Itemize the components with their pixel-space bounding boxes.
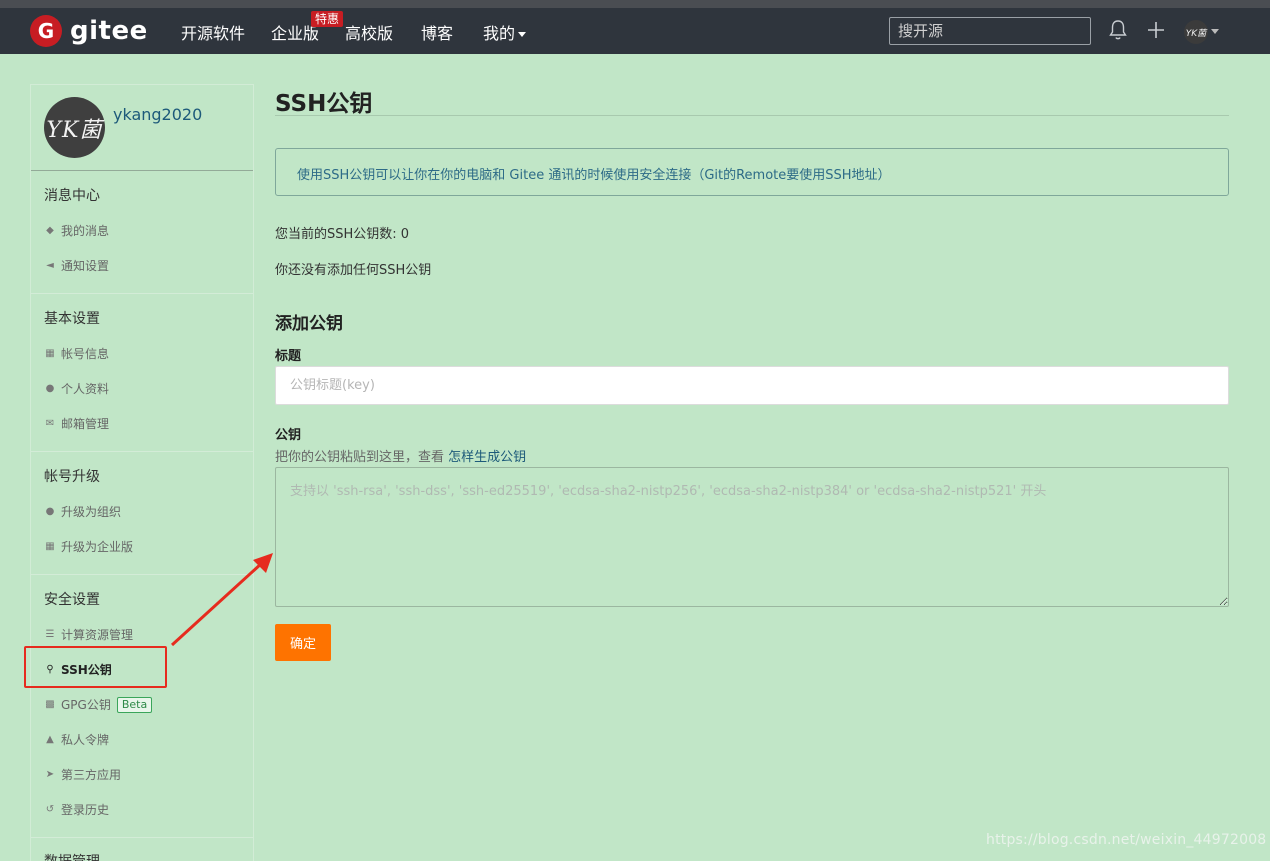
envelope-icon: ✉	[45, 418, 55, 429]
sidebar-item-label: 个人资料	[61, 382, 110, 396]
info-alert: 使用SSH公钥可以让你在你的电脑和 Gitee 通讯的时候使用安全连接（Git的…	[275, 148, 1229, 196]
section-divider	[31, 293, 253, 294]
sidebar-item-third-party-apps[interactable]: ➤ 第三方应用	[44, 766, 121, 783]
annotation-highlight-box	[24, 646, 167, 688]
profile-avatar[interactable]: YK菌	[44, 97, 105, 158]
sidebar-item-compute-resources[interactable]: ☰ 计算资源管理	[44, 626, 134, 643]
incognito-icon: ▲	[46, 734, 54, 745]
lock-icon: ▩	[45, 699, 55, 710]
window-top-strip	[0, 0, 1270, 8]
public-key-textarea[interactable]	[275, 467, 1229, 607]
sidebar-item-label: 第三方应用	[61, 768, 122, 782]
sidebar-item-label: GPG公钥	[61, 698, 111, 712]
nav-blog[interactable]: 博客	[421, 20, 453, 44]
submit-button[interactable]: 确定	[275, 624, 331, 661]
info-alert-text: 使用SSH公钥可以让你在你的电脑和 Gitee 通讯的时候使用安全连接（Git的…	[297, 168, 891, 183]
user-icon: ●	[45, 383, 55, 394]
sidebar-item-label: 登录历史	[61, 803, 110, 817]
gitee-logo[interactable]: G gitee	[30, 15, 148, 47]
sidebar-item-notify-settings[interactable]: ◄ 通知设置	[44, 257, 109, 274]
empty-state-text: 你还没有添加任何SSH公钥	[275, 263, 432, 278]
history-icon: ↺	[45, 804, 55, 815]
chevron-down-icon	[518, 32, 527, 37]
section-title-messages: 消息中心	[44, 188, 100, 204]
sidebar-item-label: 帐号信息	[61, 347, 110, 361]
key-field-label: 公钥	[275, 428, 302, 443]
sidebar-item-label: 邮箱管理	[61, 417, 110, 431]
sidebar-item-label: 通知设置	[61, 259, 110, 273]
sidebar-item-profile[interactable]: ● 个人资料	[44, 380, 109, 397]
section-title-basic: 基本设置	[44, 311, 100, 327]
section-divider	[31, 574, 253, 575]
id-card-icon: ▦	[45, 348, 55, 359]
settings-sidebar: YK菌 ykang2020 消息中心 ◆ 我的消息 ◄ 通知设置 基本设置 ▦ 帐号信…	[30, 84, 254, 861]
key-title-input[interactable]	[275, 366, 1229, 405]
section-title-upgrade: 帐号升级	[44, 469, 100, 485]
plus-icon[interactable]	[1144, 18, 1168, 42]
how-to-generate-key-link[interactable]: 怎样生成公钥	[448, 450, 526, 465]
title-field-label: 标题	[275, 349, 302, 364]
sidebar-item-label: 我的消息	[61, 224, 110, 238]
sidebar-item-login-history[interactable]: ↺ 登录历史	[44, 801, 109, 818]
nav-mine[interactable]: 我的	[483, 20, 527, 44]
gitee-logo-text: gitee	[70, 16, 148, 46]
sidebar-item-email[interactable]: ✉ 邮箱管理	[44, 415, 109, 432]
sidebar-item-label: 计算资源管理	[61, 628, 134, 642]
sidebar-item-account-info[interactable]: ▦ 帐号信息	[44, 345, 109, 362]
search-input[interactable]	[889, 17, 1091, 45]
title-divider	[275, 115, 1229, 116]
ssh-key-count: 您当前的SSH公钥数: 0	[275, 227, 410, 242]
profile-username[interactable]: ykang2020	[113, 105, 202, 124]
sidebar-item-upgrade-enterprise[interactable]: ▦ 升级为企业版	[44, 538, 133, 555]
nav-open-source[interactable]: 开源软件	[181, 20, 245, 44]
key-hint-text: 把你的公钥粘贴到这里，查看	[275, 450, 445, 465]
beta-badge: Beta	[116, 696, 153, 713]
building-icon: ▦	[45, 541, 55, 552]
section-divider	[31, 837, 253, 838]
bell-icon: ◆	[46, 225, 54, 236]
section-title-data: 数据管理	[44, 851, 100, 861]
top-navbar: G gitee 开源软件 企业版 特惠 高校版 博客 我的 YK菌	[0, 8, 1270, 54]
bell-icon[interactable]	[1106, 18, 1130, 42]
users-icon: ●	[45, 506, 55, 517]
add-key-heading: 添加公钥	[275, 314, 343, 334]
section-title-security: 安全设置	[44, 592, 100, 608]
sidebar-item-upgrade-org[interactable]: ● 升级为组织	[44, 503, 121, 520]
key-field-hint: 把你的公钥粘贴到这里，查看 怎样生成公钥	[275, 446, 526, 465]
avatar-chevron-down-icon[interactable]	[1211, 29, 1219, 34]
sidebar-item-private-tokens[interactable]: ▲ 私人令牌	[44, 731, 109, 748]
profile-card: YK菌 ykang2020	[31, 85, 253, 171]
section-divider	[31, 451, 253, 452]
user-avatar[interactable]: YK菌	[1184, 20, 1208, 44]
special-offer-badge: 特惠	[311, 11, 344, 27]
sidebar-item-gpg-keys[interactable]: ▩ GPG公钥 Beta	[44, 696, 153, 713]
rocket-icon: ➤	[45, 769, 55, 780]
server-icon: ☰	[45, 629, 55, 640]
nav-mine-label: 我的	[483, 24, 516, 43]
nav-university[interactable]: 高校版	[345, 20, 393, 44]
page-title: SSH公钥	[275, 91, 373, 117]
sidebar-item-label: 升级为企业版	[61, 540, 134, 554]
sidebar-item-label: 私人令牌	[61, 733, 110, 747]
sidebar-item-my-messages[interactable]: ◆ 我的消息	[44, 222, 109, 239]
speaker-icon: ◄	[46, 260, 54, 271]
sidebar-item-label: 升级为组织	[61, 505, 122, 519]
watermark-text: https://blog.csdn.net/weixin_44972008	[986, 832, 1267, 848]
gitee-logo-icon: G	[30, 15, 62, 47]
